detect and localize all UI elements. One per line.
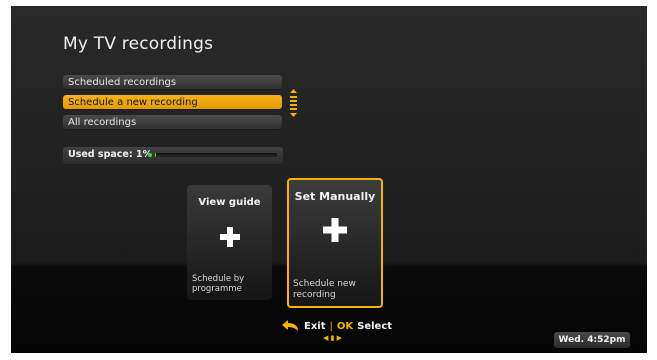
- view-guide-title: View guide: [198, 197, 261, 208]
- ok-key-label: OK: [336, 320, 354, 332]
- recordings-menu: Scheduled recordings Schedule a new reco…: [63, 75, 282, 135]
- view-guide-description-line1: Schedule by: [192, 274, 245, 284]
- set-manually-title: Set Manually: [294, 190, 376, 203]
- set-manually-card[interactable]: Set Manually Schedule new recording: [287, 178, 383, 308]
- menu-item-label: Schedule a new recording: [68, 97, 198, 108]
- menu-item-label: All recordings: [68, 117, 137, 128]
- used-space-indicator-dot: [148, 153, 152, 157]
- set-manually-description-line2: recording: [293, 290, 336, 300]
- used-space-track: [155, 153, 277, 157]
- hint-separator: |: [329, 320, 333, 332]
- key-hints: Exit | OK Select: [282, 320, 392, 332]
- menu-item-all-recordings[interactable]: All recordings: [63, 115, 282, 130]
- left-right-arrows-icon: ◀ ▮ ▶: [323, 334, 343, 342]
- menu-item-scheduled-recordings[interactable]: Scheduled recordings: [63, 75, 282, 90]
- exit-hint-label: Exit: [304, 320, 326, 332]
- used-space-label: Used space: 1%: [68, 149, 153, 160]
- back-arrow-icon: [282, 320, 298, 331]
- clock-display: Wed. 4:52pm: [554, 332, 630, 348]
- set-manually-description-line1: Schedule new: [293, 279, 356, 289]
- menu-item-label: Scheduled recordings: [68, 77, 177, 88]
- scroll-indicator-icon: [290, 89, 297, 117]
- tv-screen: My TV recordings Scheduled recordings Sc…: [11, 6, 647, 353]
- used-space-bar: Used space: 1%: [63, 147, 283, 164]
- menu-item-schedule-new-recording[interactable]: Schedule a new recording: [63, 95, 282, 110]
- page-title: My TV recordings: [63, 34, 214, 54]
- used-space-fill: [155, 153, 157, 157]
- plus-icon: [323, 218, 347, 242]
- select-hint-label: Select: [357, 320, 393, 332]
- view-guide-description: Schedule by programme: [192, 274, 244, 294]
- view-guide-card[interactable]: View guide Schedule by programme: [187, 185, 272, 300]
- plus-icon: [219, 227, 240, 247]
- set-manually-description: Schedule new recording: [293, 279, 356, 301]
- view-guide-description-line2: programme: [192, 284, 242, 294]
